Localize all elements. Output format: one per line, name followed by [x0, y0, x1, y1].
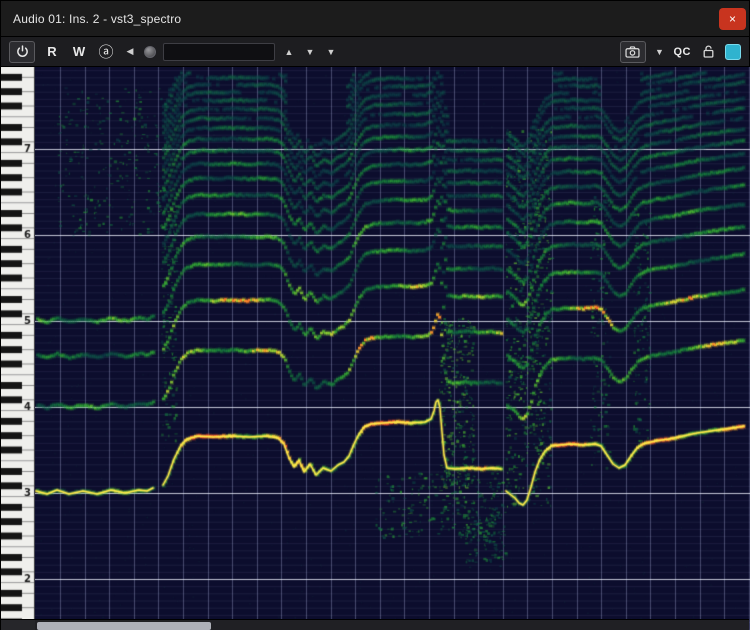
back-arrow-button[interactable]: ◀	[123, 41, 137, 63]
plugin-toolbar: R W ⓐ ◀ ▲ ▼ ▼ ▼ QC	[1, 37, 749, 67]
next-preset-button[interactable]: ▼	[303, 41, 317, 63]
auto-button[interactable]: ⓐ	[96, 41, 116, 63]
window-title: Audio 01: Ins. 2 - vst3_spectro	[1, 12, 181, 26]
close-icon: ×	[729, 12, 736, 26]
piano-keyboard[interactable]	[1, 67, 35, 630]
plugin-window: Audio 01: Ins. 2 - vst3_spectro × R W ⓐ …	[0, 0, 750, 630]
power-icon	[16, 45, 29, 58]
lock-button[interactable]	[698, 41, 718, 63]
spectrogram-display[interactable]	[35, 67, 750, 630]
spectrogram-editor	[1, 67, 749, 630]
scrollbar-corner	[1, 619, 35, 630]
previous-preset-button[interactable]: ▲	[282, 41, 296, 63]
write-automation-button[interactable]: W	[69, 41, 89, 63]
editor-color-button[interactable]	[725, 44, 741, 60]
titlebar[interactable]: Audio 01: Ins. 2 - vst3_spectro ×	[1, 1, 749, 37]
preset-menu-button[interactable]: ▼	[324, 41, 338, 63]
mix-knob[interactable]	[144, 46, 156, 58]
snapshot-button[interactable]	[620, 41, 646, 63]
read-automation-button[interactable]: R	[42, 41, 62, 63]
scrollbar-thumb[interactable]	[37, 622, 211, 630]
close-button[interactable]: ×	[719, 8, 746, 30]
camera-icon	[625, 46, 640, 58]
snapshot-menu-button[interactable]: ▼	[653, 41, 667, 63]
bypass-button[interactable]	[9, 41, 35, 63]
lock-icon	[703, 45, 714, 58]
quick-controls-label: QC	[674, 46, 692, 58]
preset-name-field[interactable]	[163, 43, 275, 61]
horizontal-scrollbar[interactable]	[35, 619, 749, 630]
